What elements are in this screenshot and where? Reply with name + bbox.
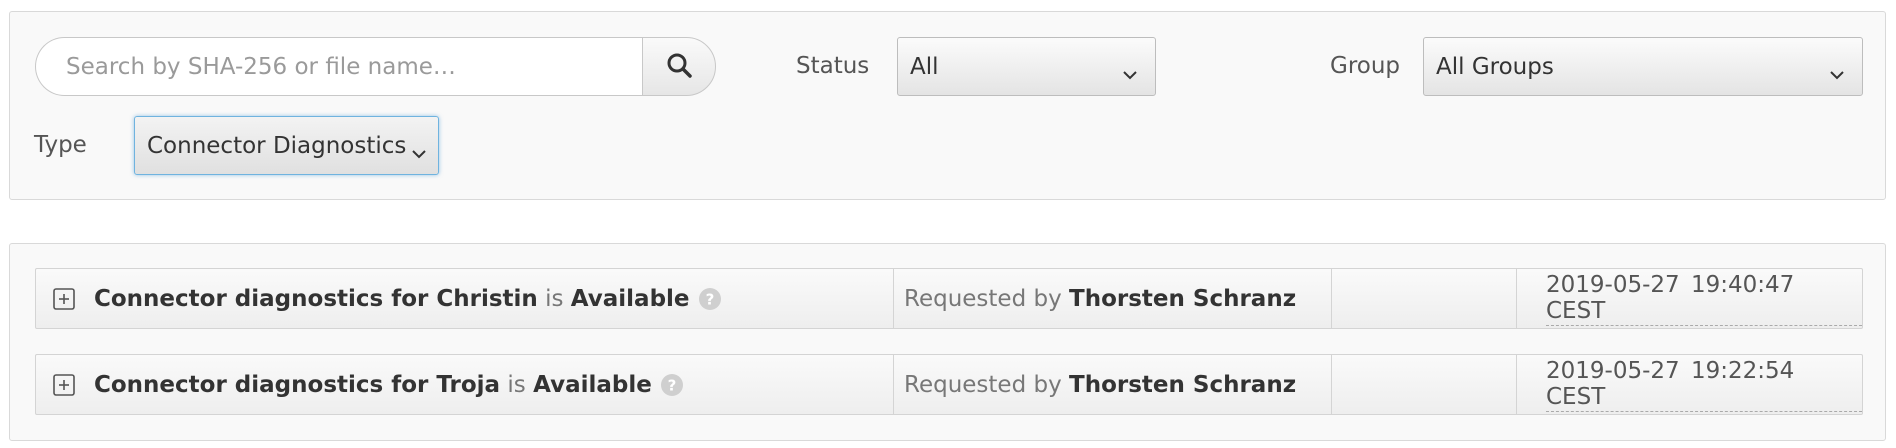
chevron-down-icon [1123,60,1137,86]
row-is-word: is [545,285,564,312]
requester-name: Thorsten Schranz [1069,371,1297,398]
timestamp-text: 2019-05-27 19:40:47 CEST [1546,272,1862,326]
row-title-text: Connector diagnostics for Troja [94,371,501,398]
row-timestamp: 2019-05-27 19:22:54 CEST [1546,355,1862,414]
type-label: Type [34,132,87,158]
timestamp-text: 2019-05-27 19:22:54 CEST [1546,358,1862,412]
question-circle-icon[interactable]: ? [698,287,722,311]
column-divider [1331,355,1332,414]
filter-panel: Status All Group All Groups Type Connect… [9,11,1886,200]
row-is-word: is [507,371,526,398]
column-divider [893,269,894,328]
type-select-value: Connector Diagnostics [147,132,407,159]
row-state: Available [570,285,690,312]
type-select[interactable]: Connector Diagnostics [134,116,439,175]
expand-icon[interactable] [53,288,75,316]
column-divider [893,355,894,414]
column-divider [1516,355,1517,414]
row-title-text: Connector diagnostics for Christin [94,285,538,312]
requester-name: Thorsten Schranz [1069,285,1297,312]
svg-text:?: ? [705,290,714,308]
results-panel: Connector diagnostics for Christin is Av… [9,243,1886,441]
question-circle-icon[interactable]: ? [660,373,684,397]
row-title: Connector diagnostics for Christin is Av… [94,269,722,328]
column-divider [1516,269,1517,328]
group-label: Group [1330,53,1401,79]
row-state: Available [533,371,652,398]
status-select[interactable]: All [897,37,1156,96]
table-row[interactable]: Connector diagnostics for Troja is Avail… [35,354,1863,415]
search-button[interactable] [642,37,716,96]
row-timestamp: 2019-05-27 19:40:47 CEST [1546,269,1862,328]
table-row[interactable]: Connector diagnostics for Christin is Av… [35,268,1863,329]
row-requester: Requested by Thorsten Schranz [904,355,1296,414]
row-title: Connector diagnostics for Troja is Avail… [94,355,684,414]
status-select-value: All [910,53,939,80]
search-bar [35,37,716,96]
search-input[interactable] [35,37,642,96]
status-label: Status [796,53,870,79]
search-icon [666,52,692,82]
requested-by-label: Requested by [904,285,1062,312]
group-select-value: All Groups [1436,53,1554,80]
chevron-down-icon [1830,60,1844,86]
expand-icon[interactable] [53,374,75,402]
requested-by-label: Requested by [904,371,1062,398]
column-divider [1331,269,1332,328]
svg-text:?: ? [667,376,676,394]
group-select[interactable]: All Groups [1423,37,1863,96]
chevron-down-icon [412,139,426,165]
row-requester: Requested by Thorsten Schranz [904,269,1296,328]
